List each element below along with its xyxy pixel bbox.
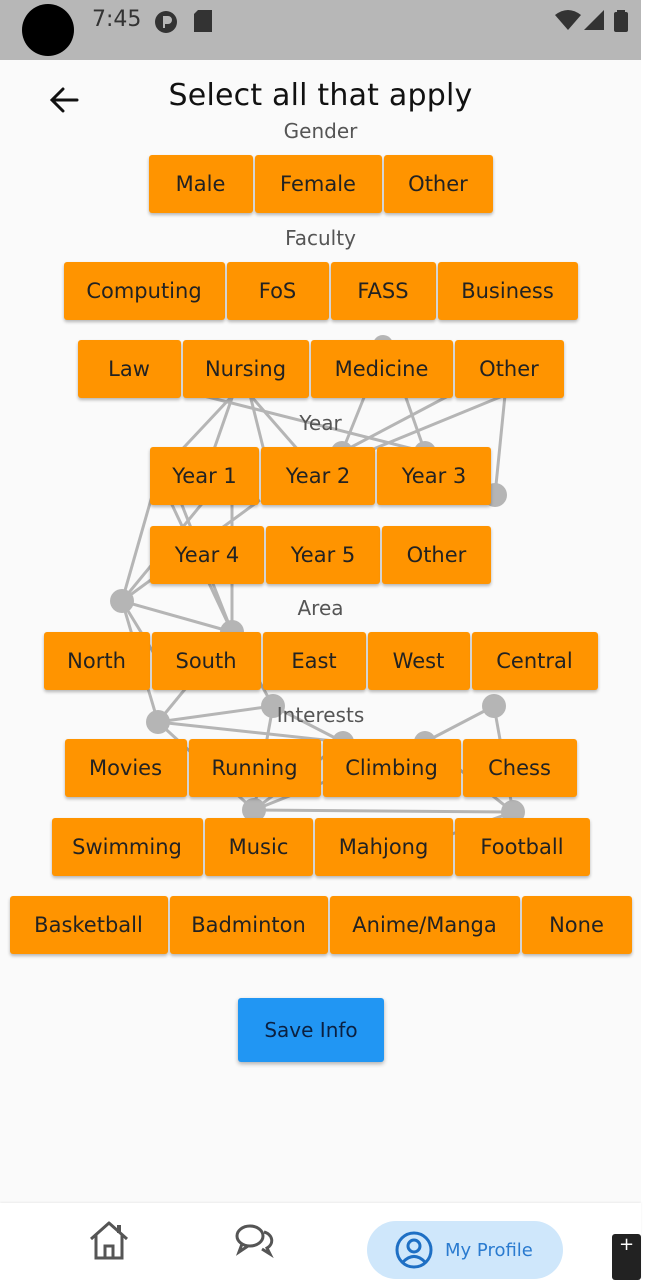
chip-none[interactable]: None xyxy=(521,896,632,954)
chip-year-1[interactable]: Year 1 xyxy=(150,447,259,505)
right-edge-strip xyxy=(641,0,654,1280)
gender-label: Gender xyxy=(283,119,358,143)
area-label: Area xyxy=(297,596,344,620)
page-title: Select all that apply xyxy=(168,78,473,113)
chip-climbing[interactable]: Climbing xyxy=(322,739,461,797)
chat-icon xyxy=(235,1224,274,1258)
gender-options: Male Female Other xyxy=(0,155,641,213)
chip-swimming[interactable]: Swimming xyxy=(51,818,203,876)
home-icon xyxy=(90,1221,128,1260)
year-label: Year xyxy=(299,411,342,435)
chip-year-4[interactable]: Year 4 xyxy=(150,526,264,584)
chip-north[interactable]: North xyxy=(43,632,150,690)
chip-faculty-other[interactable]: Other xyxy=(454,340,564,398)
plus-icon[interactable]: + xyxy=(619,1234,634,1255)
chip-movies[interactable]: Movies xyxy=(64,739,187,797)
profile-icon xyxy=(395,1231,433,1269)
chip-running[interactable]: Running xyxy=(188,739,321,797)
chip-badminton[interactable]: Badminton xyxy=(169,896,328,954)
save-info-button[interactable]: Save Info xyxy=(238,998,384,1062)
nav-chat[interactable] xyxy=(232,1217,278,1263)
chip-medicine[interactable]: Medicine xyxy=(310,340,453,398)
chip-year-3[interactable]: Year 3 xyxy=(377,447,491,505)
chip-year-5[interactable]: Year 5 xyxy=(266,526,380,584)
interests-options-row2: Swimming Music Mahjong Football xyxy=(0,818,641,876)
bottom-navigation: My Profile xyxy=(0,1203,641,1280)
chip-fos[interactable]: FoS xyxy=(226,262,329,320)
chip-gender-other[interactable]: Other xyxy=(383,155,493,213)
chip-nursing[interactable]: Nursing xyxy=(182,340,309,398)
chip-female[interactable]: Female xyxy=(254,155,382,213)
chip-basketball[interactable]: Basketball xyxy=(9,896,168,954)
chip-business[interactable]: Business xyxy=(437,262,578,320)
chip-anime-manga[interactable]: Anime/Manga xyxy=(329,896,520,954)
nav-my-profile-label: My Profile xyxy=(445,1239,533,1261)
chip-east[interactable]: East xyxy=(262,632,366,690)
year-options-row1: Year 1 Year 2 Year 3 xyxy=(0,447,641,505)
area-options: North South East West Central xyxy=(0,632,641,690)
zoom-control[interactable]: + xyxy=(612,1234,641,1280)
faculty-label: Faculty xyxy=(285,226,356,250)
chip-year-other[interactable]: Other xyxy=(382,526,491,584)
chip-central[interactable]: Central xyxy=(471,632,598,690)
chip-football[interactable]: Football xyxy=(454,818,590,876)
chip-music[interactable]: Music xyxy=(204,818,313,876)
faculty-options-row1: Computing FoS FASS Business xyxy=(0,262,641,320)
faculty-options-row2: Law Nursing Medicine Other xyxy=(0,340,641,398)
chip-fass[interactable]: FASS xyxy=(330,262,436,320)
chip-mahjong[interactable]: Mahjong xyxy=(314,818,453,876)
chip-chess[interactable]: Chess xyxy=(462,739,577,797)
year-options-row2: Year 4 Year 5 Other xyxy=(0,526,641,584)
chip-law[interactable]: Law xyxy=(77,340,181,398)
nav-home[interactable] xyxy=(86,1217,132,1263)
interests-options-row3: Basketball Badminton Anime/Manga None xyxy=(0,896,641,954)
chip-year-2[interactable]: Year 2 xyxy=(261,447,375,505)
interests-options-row1: Movies Running Climbing Chess xyxy=(0,739,641,797)
interests-label: Interests xyxy=(276,703,365,727)
chip-south[interactable]: South xyxy=(151,632,261,690)
nav-my-profile[interactable]: My Profile xyxy=(367,1221,563,1279)
chip-computing[interactable]: Computing xyxy=(63,262,225,320)
chip-west[interactable]: West xyxy=(367,632,470,690)
chip-male[interactable]: Male xyxy=(148,155,253,213)
